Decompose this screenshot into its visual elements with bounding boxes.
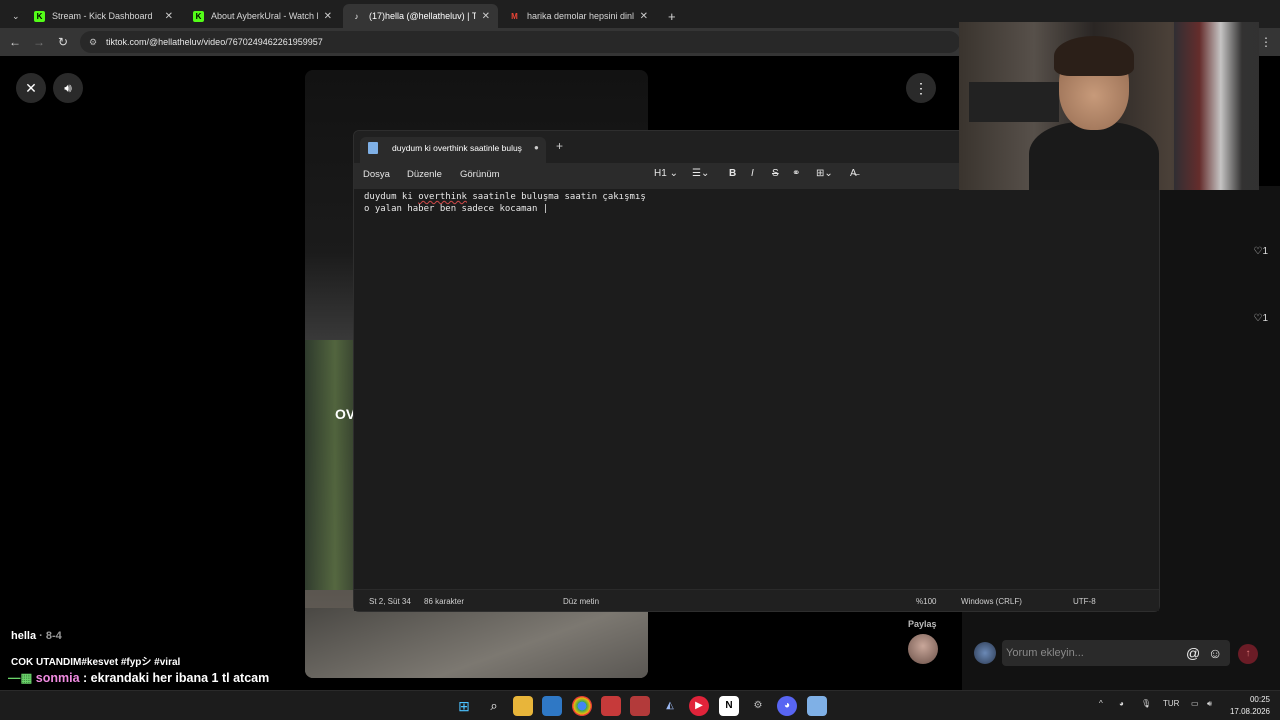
cursor-position: St 2, Süt 34 [369, 597, 411, 606]
start-icon[interactable]: ⊞ [454, 696, 474, 716]
notepad-tab[interactable]: duydum ki overthink saatinle buluş ● [360, 137, 546, 163]
notepad-icon[interactable] [807, 696, 827, 716]
taskbar: ⊞ ⌕ ◭ ▶ N ⚙ ◕ ^ ◕ 🎙︎ TUR ▭ 🔊︎ 00:25 17.0… [0, 690, 1280, 720]
notion-icon[interactable]: N [719, 696, 739, 716]
app-icon[interactable] [601, 696, 621, 716]
discord-icon[interactable]: ◕ [777, 696, 797, 716]
back-icon[interactable]: ← [7, 34, 23, 50]
video-floor [305, 608, 648, 678]
spellcheck-icon[interactable]: A̶ [850, 168, 857, 179]
share-label[interactable]: Paylaş [908, 619, 937, 629]
gmail-icon: M [511, 11, 518, 21]
comment-like-button[interactable]: ♡1 [1253, 246, 1268, 257]
zoom-level[interactable]: %100 [916, 597, 936, 606]
notepad-statusbar: St 2, Süt 34 86 karakter Düz metin %100 … [354, 589, 1159, 611]
tray-discord-icon[interactable]: ◕ [1119, 699, 1124, 708]
microphone-icon[interactable]: 🎙︎ [1141, 699, 1151, 708]
webcam-overlay [959, 22, 1259, 190]
comment-input-row: Yorum ekleyin... @ ☺ ↑ [962, 632, 1280, 676]
search-icon[interactable]: ⌕ [484, 696, 504, 716]
reload-icon[interactable]: ↻ [55, 34, 71, 50]
volume-icon[interactable]: 🔊︎ [53, 73, 83, 103]
close-tab-icon[interactable]: ✕ [640, 11, 648, 22]
tab-tiktok[interactable]: ♪ (17)hella (@hellatheluv) | TikTok ✕ [343, 4, 498, 28]
kick-icon: K [34, 10, 45, 22]
url-field[interactable]: ⚙ tiktok.com/@hellatheluv/video/76702494… [80, 31, 960, 53]
speaker-icon[interactable]: 🔊︎ [1207, 699, 1212, 709]
site-info-icon[interactable]: ⚙ [89, 31, 97, 53]
menu-gorunum[interactable]: Görünüm [460, 169, 500, 180]
notepad-window: duydum ki overthink saatinle buluş ● + D… [353, 130, 1160, 612]
text-format[interactable]: Düz metin [563, 597, 599, 606]
italic-icon[interactable]: I [751, 168, 754, 179]
new-tab-button[interactable]: + [660, 4, 684, 28]
new-tab-button[interactable]: + [556, 139, 563, 153]
forward-icon[interactable]: → [31, 34, 47, 50]
line-ending[interactable]: Windows (CRLF) [961, 597, 1022, 606]
clock[interactable]: 00:25 17.08.2026 [1230, 694, 1270, 718]
chat-badge-icon: —▦ [8, 671, 33, 685]
kick-icon: K [193, 10, 204, 22]
cam-person-hair [1054, 36, 1134, 76]
comment-like-button[interactable]: ♡1 [1253, 313, 1268, 324]
network-icon[interactable]: ▭ [1191, 699, 1199, 708]
video-author[interactable]: hella · 8-4 [11, 630, 62, 642]
language-indicator[interactable]: TUR [1163, 699, 1179, 708]
avatar [974, 642, 996, 664]
tab-kick-dashboard[interactable]: K Stream - Kick Dashboard ✕ [26, 4, 181, 28]
stream-chat-message: —▦ sonmia : ekrandaki her ibana 1 tl atc… [8, 671, 270, 685]
menu-dosya[interactable]: Dosya [363, 169, 390, 180]
tab-gmail[interactable]: M harika demolar hepsini dinle lüt ✕ [501, 4, 656, 28]
link-icon[interactable]: ⚭ [792, 168, 800, 179]
bold-icon[interactable]: B [729, 168, 736, 179]
close-video-button[interactable]: ✕ [16, 73, 46, 103]
app-icon[interactable]: ⚙ [748, 696, 768, 716]
table-icon[interactable]: ⊞⌄ [816, 168, 833, 179]
editor-line: duydum ki overthink saatinle buluşma saa… [364, 192, 646, 202]
tray-chevron-icon[interactable]: ^ [1099, 699, 1103, 708]
tab-list-button[interactable]: ⌄ [4, 4, 28, 28]
cam-shelf [969, 82, 1059, 122]
app-icon[interactable] [630, 696, 650, 716]
cam-clothes-rack [1174, 22, 1259, 190]
list-icon[interactable]: ☰⌄ [692, 168, 709, 179]
cam-person-body [1029, 122, 1159, 190]
app-icon[interactable]: ◭ [660, 696, 680, 716]
close-tab-icon[interactable]: ✕ [324, 11, 332, 22]
photos-icon[interactable] [542, 696, 562, 716]
chrome-icon[interactable] [572, 696, 592, 716]
emoji-icon[interactable]: ☺ [1208, 640, 1222, 666]
notepad-icon [368, 142, 378, 154]
menu-icon[interactable]: ⋮ [1258, 34, 1274, 50]
folder-icon[interactable] [513, 696, 533, 716]
tiktok-icon: ♪ [354, 11, 359, 21]
media-icon[interactable]: ▶ [689, 696, 709, 716]
menu-duzenle[interactable]: Düzenle [407, 169, 442, 180]
video-description: COK UTANDIM#kesvet #fypシ #viral [11, 657, 181, 668]
encoding[interactable]: UTF-8 [1073, 597, 1096, 606]
more-options-icon[interactable]: ⋮ [906, 73, 936, 103]
send-icon[interactable]: ↑ [1238, 644, 1258, 664]
char-count: 86 karakter [424, 597, 465, 606]
editor-line: o yalan haber ben sadece kocaman | [364, 204, 549, 214]
notepad-editor[interactable]: duydum ki overthink saatinle buluşma saa… [364, 191, 646, 215]
avatar[interactable] [908, 634, 938, 664]
mention-icon[interactable]: @ [1186, 640, 1200, 666]
unsaved-dot-icon: ● [534, 143, 539, 152]
close-tab-icon[interactable]: ✕ [482, 11, 490, 22]
close-tab-icon[interactable]: ✕ [165, 11, 173, 22]
heading-dropdown[interactable]: H1 ⌄ [654, 168, 678, 179]
strikethrough-icon[interactable]: S [772, 168, 779, 179]
tab-ayberkural[interactable]: K About AyberkUral - Watch Live ✕ [185, 4, 340, 28]
